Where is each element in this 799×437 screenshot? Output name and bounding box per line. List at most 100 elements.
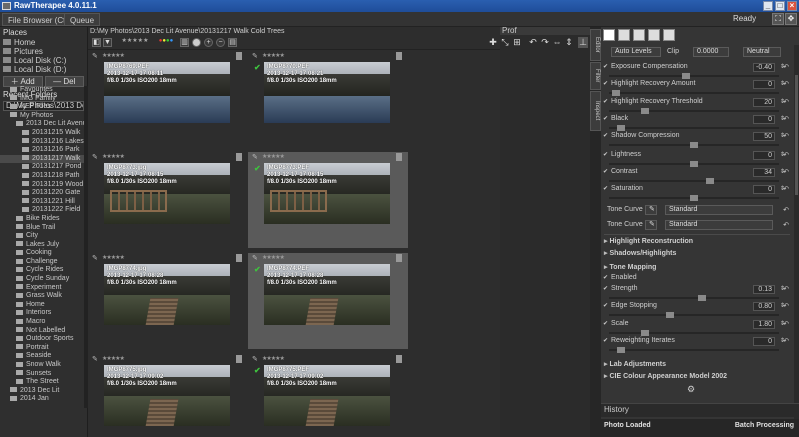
- detail-tab-icon[interactable]: [618, 29, 630, 41]
- trash-icon[interactable]: [396, 254, 402, 262]
- reset-icon[interactable]: ↶: [783, 320, 789, 328]
- thumbnail-image[interactable]: IMGP8774.jpg 2013-12-17 17:08:28 f/8.0 1/3…: [104, 264, 230, 325]
- folder-tree-item[interactable]: Cycle Rides: [0, 266, 86, 275]
- history-header[interactable]: History: [601, 403, 799, 417]
- thumbnail-image[interactable]: IMGP8773.jpg 2013-12-17 17:08:15 f/8.0 1/3…: [104, 163, 230, 224]
- thumbnail-cell[interactable]: ✎ ★★★★★ IMGP8770.PEF 2013-12-17 17:08:21 f/8…: [248, 51, 408, 147]
- slider-toggle[interactable]: ✔: [603, 132, 608, 139]
- slider-toggle[interactable]: ✔: [603, 115, 608, 122]
- slider-4-value[interactable]: 50: [753, 132, 775, 141]
- folder-tree-item[interactable]: 20131217 Pond: [0, 163, 86, 172]
- rating-stars[interactable]: ★★★★★: [102, 254, 125, 261]
- trash-icon[interactable]: [396, 355, 402, 363]
- folder-tree-item[interactable]: Not Labelled: [0, 327, 86, 336]
- tools-scrollbar-thumb[interactable]: [795, 75, 798, 195]
- resize-icon[interactable]: ⤡: [500, 37, 510, 48]
- maximize-button[interactable]: □: [775, 1, 785, 11]
- rating-stars[interactable]: ★★★★★: [102, 355, 125, 362]
- flip-horizontal-icon[interactable]: ⇔: [552, 37, 562, 48]
- slider-7-track[interactable]: [609, 195, 779, 201]
- tm-slider-0-track[interactable]: [609, 295, 779, 301]
- edit-icon[interactable]: ✎: [92, 355, 100, 363]
- folder-tree-item[interactable]: Seaside: [0, 352, 86, 361]
- move-icon[interactable]: ✥: [785, 13, 797, 25]
- thumbnail-image[interactable]: IMGP8775.PEF 2013-12-17 17:09:02 f/8.0 1/3…: [264, 365, 390, 426]
- slider-toggle[interactable]: ✔: [603, 320, 608, 327]
- curve-pen-icon[interactable]: ✎: [645, 220, 657, 230]
- folder-tree-item[interactable]: Home: [0, 301, 86, 310]
- thumbnail-size-icon[interactable]: ▤: [228, 38, 237, 47]
- tm-slider-3-track[interactable]: [609, 347, 779, 353]
- folder-tree-item[interactable]: 20131218 Path: [0, 172, 86, 181]
- reset-icon[interactable]: ↶: [783, 337, 789, 345]
- slider-toggle[interactable]: ✔: [603, 168, 608, 175]
- thumbnail-cell[interactable]: ✎ ★★★★★ IMGP8774.jpg 2013-12-17 17:08:28 f/8…: [88, 253, 248, 349]
- thumbnail-cell[interactable]: ✎ ★★★★★ IMGP8769.PEF 2013-12-17 17:08:11 f/8…: [88, 51, 248, 147]
- tm-slider-3-track-knob[interactable]: [617, 347, 626, 353]
- thumbnail-cell[interactable]: ✎ ★★★★★ IMGP8775.PEF 2013-12-17 17:09:02 f/8…: [248, 354, 408, 437]
- folder-tree-item[interactable]: Blue Trail: [0, 224, 86, 233]
- slider-1-value[interactable]: 0: [753, 80, 775, 89]
- curve-type-select[interactable]: Standard: [665, 205, 773, 215]
- exposure-tab-icon[interactable]: [603, 29, 615, 41]
- folder-tree-item[interactable]: Interiors: [0, 309, 86, 318]
- slider-2-value[interactable]: 20: [753, 98, 775, 107]
- raw-tab-icon[interactable]: [663, 29, 675, 41]
- thumbnail-image[interactable]: IMGP8773.PEF 2013-12-17 17:08:15 f/8.0 1/3…: [264, 163, 390, 224]
- thumbnail-image[interactable]: IMGP8769.PEF 2013-12-17 17:08:11 f/8.0 1/3…: [104, 62, 230, 123]
- tm-slider-1-track-knob[interactable]: [665, 312, 674, 318]
- zoom-in-icon[interactable]: +: [204, 38, 213, 47]
- slider-toggle[interactable]: ✔: [603, 285, 608, 292]
- zoom-out-icon[interactable]: −: [216, 38, 225, 47]
- thumbnail-image[interactable]: IMGP8775.jpg 2013-12-17 17:09:02 f/8.0 1/3…: [104, 365, 230, 426]
- slider-0-track[interactable]: [609, 73, 779, 79]
- reset-icon[interactable]: ↶: [783, 132, 789, 140]
- folder-tree-item[interactable]: 20131219 Wood: [0, 181, 86, 190]
- thumbnail-cell[interactable]: ✎ ★★★★★ IMGP8774.PEF 2013-12-17 17:08:28 f/8…: [248, 253, 408, 349]
- tm-slider-2-value[interactable]: 1.80: [753, 320, 775, 329]
- slider-6-track[interactable]: [609, 178, 779, 184]
- slider-0-value[interactable]: -0.40: [753, 63, 775, 72]
- trash-icon[interactable]: [396, 52, 402, 60]
- folder-tree-item[interactable]: 20131221 Hill: [0, 198, 86, 207]
- slider-5-track[interactable]: [609, 161, 779, 167]
- folder-tree-item[interactable]: NEF Files: [0, 103, 86, 112]
- transform-tab-icon[interactable]: [648, 29, 660, 41]
- curve-type-select[interactable]: Standard: [665, 220, 773, 230]
- thumbnail-cell[interactable]: ✎ ★★★★★ IMGP8773.jpg 2013-12-17 17:08:15 f/8…: [88, 152, 248, 248]
- enabled-checkbox[interactable]: ✔: [603, 274, 608, 281]
- folder-tree-item[interactable]: 20131220 Gate: [0, 189, 86, 198]
- rating-stars[interactable]: ★★★★★: [262, 355, 285, 362]
- slider-5-value[interactable]: 0: [753, 151, 775, 160]
- flip-vertical-icon[interactable]: ⇕: [564, 37, 574, 48]
- tm-slider-2-track[interactable]: [609, 330, 779, 336]
- close-button[interactable]: ×: [787, 1, 797, 11]
- reset-icon[interactable]: ↶: [783, 302, 789, 310]
- folder-tree-item[interactable]: Portrait: [0, 344, 86, 353]
- trash-icon[interactable]: [236, 254, 242, 262]
- vtab-filter[interactable]: Filter: [590, 62, 601, 90]
- folder-tree-item[interactable]: Macro: [0, 318, 86, 327]
- reset-icon[interactable]: ↶: [783, 80, 789, 88]
- tm-slider-3-value[interactable]: 0: [753, 337, 775, 346]
- slider-7-track-knob[interactable]: [690, 195, 698, 201]
- slider-3-value[interactable]: 0: [753, 115, 775, 124]
- section-header-2[interactable]: Tone Mapping: [604, 263, 656, 271]
- folder-tree-item[interactable]: Favourites: [0, 86, 86, 95]
- section-header-1[interactable]: Shadows/Highlights: [604, 249, 676, 257]
- slider-toggle[interactable]: ✔: [603, 302, 608, 309]
- reset-icon[interactable]: ↶: [783, 285, 789, 293]
- folder-tree-item[interactable]: Lakes July: [0, 241, 86, 250]
- edit-icon[interactable]: ✎: [252, 153, 260, 161]
- rotate-left-icon[interactable]: ↶: [528, 37, 538, 48]
- reset-icon[interactable]: ↶: [783, 221, 789, 229]
- place-item[interactable]: Home: [0, 38, 87, 47]
- folder-tree-item[interactable]: Cooking: [0, 249, 86, 258]
- folder-tree-item[interactable]: Sunsets: [0, 370, 86, 379]
- edit-icon[interactable]: ✎: [92, 52, 100, 60]
- thumbnail-cell[interactable]: ✎ ★★★★★ IMGP8775.jpg 2013-12-17 17:09:02 f/8…: [88, 354, 248, 437]
- folder-tree-item[interactable]: The Street: [0, 378, 86, 387]
- folder-tree-item[interactable]: 2013 Dec Lit: [0, 387, 86, 396]
- tools-scrollbar[interactable]: [794, 45, 799, 421]
- folder-tree-item[interactable]: Experiment: [0, 284, 86, 293]
